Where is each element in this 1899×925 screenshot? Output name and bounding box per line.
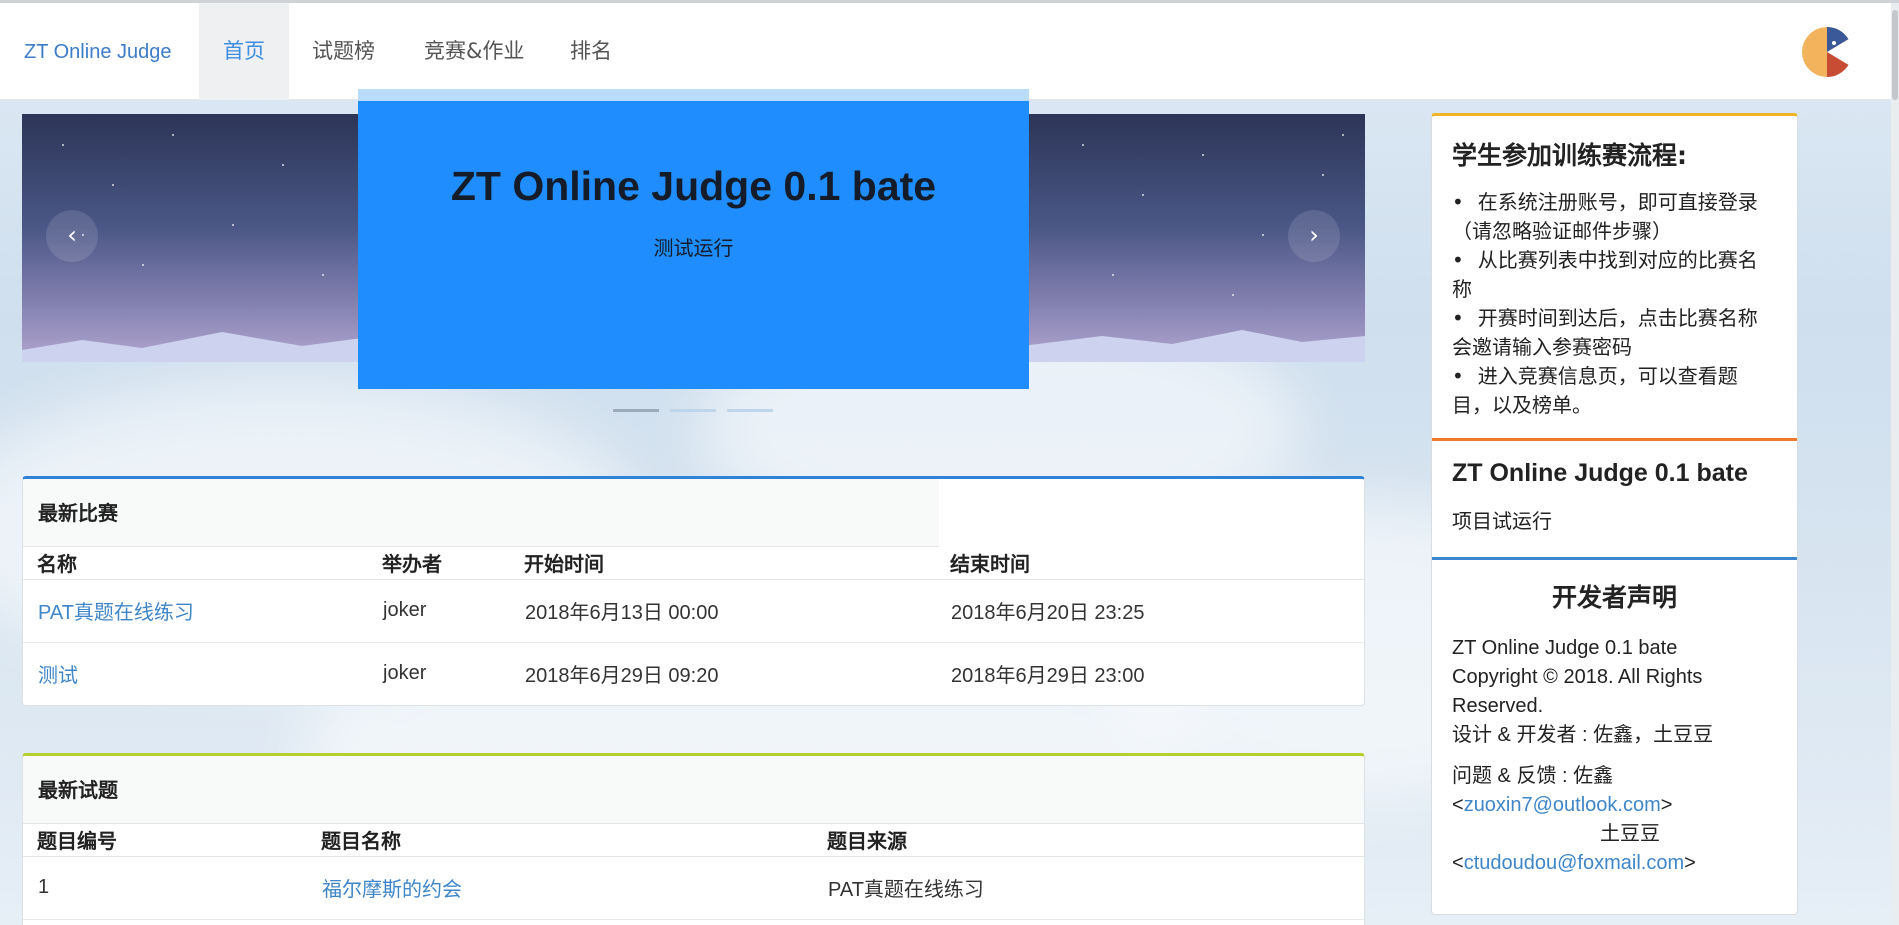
latest-contests-panel: 最新比赛 名称 举办者 开始时间 结束时间 PAT真题在线练习 joker 20… xyxy=(22,476,1365,706)
training-flow-title: 学生参加训练赛流程: xyxy=(1452,141,1687,170)
carousel-next-button[interactable]: › xyxy=(1288,210,1340,262)
table-row: PAT真题在线练习 joker 2018年6月13日 00:00 2018年6月… xyxy=(23,579,1364,643)
problem-id: 1 xyxy=(23,856,307,920)
user-avatar[interactable] xyxy=(1802,27,1852,77)
vertical-scrollbar[interactable] xyxy=(1891,3,1899,925)
table-row: 1 福尔摩斯的约会 PAT真题在线练习 xyxy=(23,856,1364,920)
nav-contests[interactable]: 竞赛&作业 xyxy=(400,3,548,100)
col-problem-name: 题目名称 xyxy=(307,824,813,857)
feedback-email-2-line: <ctudoudou@foxmail.com> xyxy=(1452,849,1777,878)
list-item: 在系统注册账号，即可直接登录（请忽略验证邮件步骤） xyxy=(1452,188,1777,246)
training-flow-list: 在系统注册账号，即可直接登录（请忽略验证邮件步骤） 从比赛列表中找到对应的比赛名… xyxy=(1452,188,1777,420)
contest-link[interactable]: 测试 xyxy=(38,665,78,687)
contest-link[interactable]: PAT真题在线练习 xyxy=(38,602,194,624)
bracket-close: > xyxy=(1684,852,1696,874)
col-end: 结束时间 xyxy=(936,547,1364,580)
carousel-indicator-1[interactable] xyxy=(613,409,659,412)
carousel-indicator-3[interactable] xyxy=(727,409,773,412)
developer-line-version: ZT Online Judge 0.1 bate xyxy=(1452,637,1678,659)
table-header-row: 题目编号 题目名称 题目来源 xyxy=(23,824,1364,857)
chevron-right-icon: › xyxy=(1309,221,1319,249)
training-flow-section: 学生参加训练赛流程: 在系统注册账号，即可直接登录（请忽略验证邮件步骤） 从比赛… xyxy=(1432,116,1797,438)
contest-host: joker xyxy=(368,579,510,643)
carousel-prev-button[interactable]: ‹ xyxy=(46,210,98,262)
brand-link[interactable]: ZT Online Judge xyxy=(24,41,172,64)
email-link-zuoxin[interactable]: zuoxin7@outlook.com xyxy=(1464,794,1661,816)
contest-end: 2018年6月29日 23:00 xyxy=(936,642,1364,705)
carousel-caption: ZT Online Judge 0.1 bate 测试运行 xyxy=(358,89,1029,389)
email-link-tudoudou[interactable]: ctudoudou@foxmail.com xyxy=(1464,852,1684,874)
problem-source: PAT真题在线练习 xyxy=(813,856,1364,920)
latest-contests-heading: 最新比赛 xyxy=(23,479,939,547)
list-item: 从比赛列表中找到对应的比赛名称 xyxy=(1452,246,1777,304)
list-item: 开赛时间到达后，点击比赛名称会邀请输入参赛密码 xyxy=(1452,304,1777,362)
table-row: 测试 joker 2018年6月29日 09:20 2018年6月29日 23:… xyxy=(23,642,1364,705)
contest-host: joker xyxy=(368,642,510,705)
contest-start: 2018年6月13日 00:00 xyxy=(510,579,936,643)
developer-line-copyright: Copyright © 2018. All Rights Reserved. xyxy=(1452,666,1703,717)
carousel-subtitle: 测试运行 xyxy=(653,236,734,260)
scrollbar-thumb[interactable] xyxy=(1892,10,1898,100)
developer-section: 开发者声明 ZT Online Judge 0.1 bate Copyright… xyxy=(1432,560,1797,878)
latest-problems-heading: 最新试题 xyxy=(23,756,1364,824)
developer-title: 开发者声明 xyxy=(1551,583,1677,612)
top-navbar: ZT Online Judge 首页 试题榜 竞赛&作业 排名 xyxy=(0,3,1899,100)
bracket-close: > xyxy=(1660,794,1673,816)
nav-ranking[interactable]: 排名 xyxy=(546,3,636,100)
col-problem-source: 题目来源 xyxy=(813,824,1364,857)
avatar-logo-icon xyxy=(1802,27,1852,77)
problem-link[interactable]: 福尔摩斯的约会 xyxy=(322,879,462,901)
list-item: 进入竞赛信息页，可以查看题目，以及榜单。 xyxy=(1452,362,1777,420)
col-problem-id: 题目编号 xyxy=(23,824,307,857)
project-title: ZT Online Judge 0.1 bate xyxy=(1452,459,1748,487)
carousel-indicator-2[interactable] xyxy=(670,409,716,412)
contest-end: 2018年6月20日 23:25 xyxy=(936,579,1364,643)
bracket-open: < xyxy=(1452,794,1464,816)
col-start: 开始时间 xyxy=(510,547,936,580)
latest-problems-panel: 最新试题 题目编号 题目名称 题目来源 1 福尔摩斯的约会 PAT真题在线练习 xyxy=(22,753,1365,925)
developer-line-authors: 设计 & 开发者 : 佐鑫，土豆豆 xyxy=(1452,724,1714,746)
bracket-open: < xyxy=(1452,852,1464,874)
chevron-left-icon: ‹ xyxy=(67,221,77,249)
nav-problem-list[interactable]: 试题榜 xyxy=(288,3,399,100)
project-text: 项目试运行 xyxy=(1452,511,1552,533)
carousel-title: ZT Online Judge 0.1 bate xyxy=(450,163,937,209)
feedback-line: 问题 & 反馈 : 佐鑫 xyxy=(1452,765,1614,787)
feedback-email-1-line: <zuoxin7@outlook.com> xyxy=(1452,791,1777,820)
nav-home[interactable]: 首页 xyxy=(199,3,289,100)
feedback-name-2: 土豆豆 xyxy=(1600,823,1660,845)
problems-table: 题目编号 题目名称 题目来源 1 福尔摩斯的约会 PAT真题在线练习 xyxy=(23,824,1364,920)
contest-start: 2018年6月29日 09:20 xyxy=(510,642,936,705)
project-section: ZT Online Judge 0.1 bate 项目试运行 xyxy=(1432,441,1797,557)
sidebar-panel: 学生参加训练赛流程: 在系统注册账号，即可直接登录（请忽略验证邮件步骤） 从比赛… xyxy=(1431,113,1798,915)
table-header-row: 名称 举办者 开始时间 结束时间 xyxy=(23,547,1364,580)
col-name: 名称 xyxy=(23,547,368,580)
col-host: 举办者 xyxy=(368,547,510,580)
contests-table: 名称 举办者 开始时间 结束时间 PAT真题在线练习 joker 2018年6月… xyxy=(23,547,1364,705)
